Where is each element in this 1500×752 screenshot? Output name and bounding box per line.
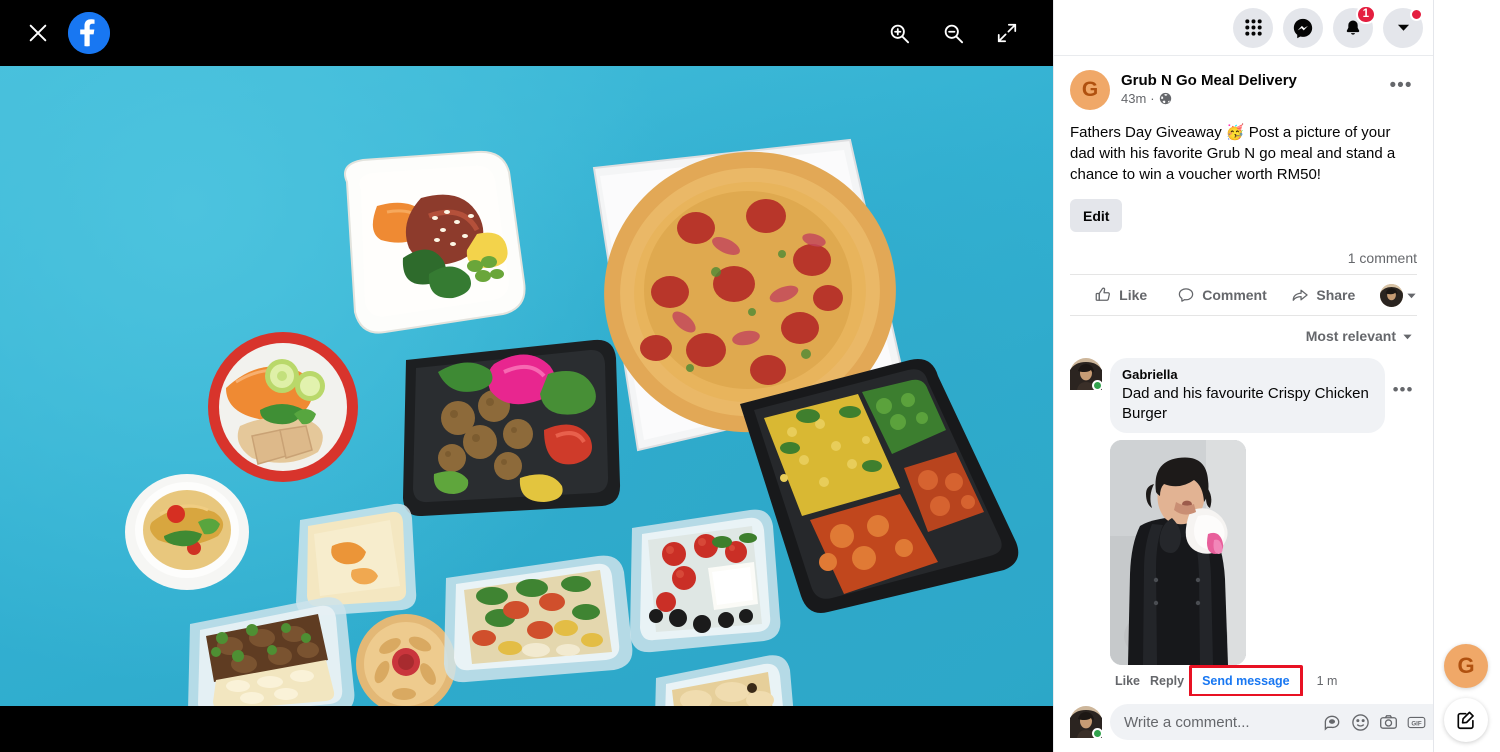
account-chevron-icon[interactable] [1383,7,1423,48]
comment-like-button[interactable]: Like [1110,672,1145,690]
post: G Grub N Go Meal Delivery 43m · ••• Fath… [1054,56,1433,232]
notifications-icon[interactable]: 1 [1333,4,1376,48]
zoom-out-icon[interactable] [935,15,971,51]
post-meta: Grub N Go Meal Delivery 43m · [1121,70,1385,106]
avatar-sticker-icon[interactable] [1323,713,1342,732]
post-action-bar: Like Comment Share [1070,274,1417,316]
comment-action-row: Like Reply Send message 1 m [1110,665,1417,696]
top-navigation-bar: 1 [1054,0,1433,56]
send-message-label: Send message [1202,674,1290,688]
current-user-avatar[interactable] [1070,706,1103,739]
comment-timestamp[interactable]: 1 m [1317,674,1338,688]
like-label: Like [1119,287,1148,303]
facebook-logo-icon[interactable] [68,12,110,54]
food-spacer [188,596,190,598]
food-clear-box-rice [188,597,355,706]
right-rail: G [1433,0,1500,752]
comment-count-row: 1 comment [1054,232,1433,274]
food-red-bowl [208,332,358,482]
share-as-avatar-selector[interactable] [1374,283,1417,307]
photo-image[interactable]: Assorted takeaway meal containers arrang… [0,66,1053,706]
avatar [1379,283,1403,307]
share-button[interactable]: Share [1273,278,1374,312]
commenter-name[interactable]: Gabriella [1122,366,1373,383]
comment-bubble-icon [1177,286,1195,304]
sort-comments-button[interactable]: Most relevant [1302,325,1417,347]
close-icon[interactable] [18,13,58,53]
comment-input-wrapper[interactable]: GIF [1110,704,1464,740]
sidebar-content: G Grub N Go Meal Delivery 43m · ••• Fath… [1054,56,1433,696]
comment-more-options-icon[interactable]: ••• [1389,376,1417,404]
sort-label: Most relevant [1305,328,1396,344]
menu-grid-icon[interactable] [1233,7,1273,48]
food-clear-box-salad [444,555,633,683]
notification-badge: 1 [1355,4,1376,24]
comment-text: Dad and his favourite Crispy Chicken Bur… [1122,385,1369,422]
post-header: G Grub N Go Meal Delivery 43m · ••• [1070,70,1417,110]
post-more-options-icon[interactable]: ••• [1385,70,1417,102]
post-text: Fathers Day Giveaway 🥳 Post a picture of… [1070,124,1396,183]
new-message-button[interactable] [1444,698,1488,742]
public-globe-icon[interactable] [1159,92,1172,105]
comment-count[interactable]: 1 comment [1348,250,1417,266]
chevron-down-icon [1406,290,1417,301]
post-sidebar: 1 G Grub N Go Meal Delivery 43m · ••• Fa… [1053,0,1464,752]
commenter-avatar[interactable] [1070,358,1103,391]
food-clear-box-couscous [655,655,794,706]
share-label: Share [1316,287,1356,303]
comment-bubble-row: Gabriella Dad and his favourite Crispy C… [1110,358,1417,433]
gif-icon[interactable]: GIF [1407,713,1426,732]
facebook-photo-viewer-page: Assorted takeaway meal containers arrang… [0,0,1500,752]
camera-icon[interactable] [1379,713,1398,732]
account-alert-dot [1410,7,1423,21]
comment-bubble: Gabriella Dad and his favourite Crispy C… [1110,358,1385,433]
post-submeta: 43m · [1121,91,1385,106]
comment-body: Gabriella Dad and his favourite Crispy C… [1110,358,1417,696]
comment-sort-row: Most relevant [1054,316,1433,350]
food-white-tray [344,150,526,334]
comment-button[interactable]: Comment [1171,278,1272,312]
online-status-indicator [1092,380,1103,391]
food-clear-box-tomato-feta [630,509,781,653]
viewer-zoom-tools [881,15,1025,51]
food-soup-cup [125,474,249,590]
thumbs-up-icon [1094,286,1112,304]
page-avatar[interactable]: G [1070,70,1110,110]
svg-text:GIF: GIF [1411,720,1422,727]
comment-reply-button[interactable]: Reply [1145,672,1189,690]
comment-input[interactable] [1124,713,1323,731]
post-timestamp[interactable]: 43m [1121,91,1146,106]
zoom-in-icon[interactable] [881,15,917,51]
messenger-icon[interactable] [1283,7,1323,48]
send-message-button[interactable]: Send message [1189,665,1303,696]
comment-label: Comment [1202,287,1267,303]
photo-viewer: Assorted takeaway meal containers arrang… [0,0,1053,752]
comment-attached-photo[interactable] [1110,440,1246,665]
comment-item: Gabriella Dad and his favourite Crispy C… [1054,350,1433,696]
chevron-down-icon [1402,331,1413,342]
fullscreen-icon[interactable] [989,15,1025,51]
chat-contact-avatar[interactable]: G [1444,644,1488,688]
viewer-toolbar [0,0,1053,66]
page-name[interactable]: Grub N Go Meal Delivery [1121,71,1385,90]
edit-button[interactable]: Edit [1070,199,1123,232]
emoji-icon[interactable] [1351,713,1370,732]
share-arrow-icon [1291,286,1309,304]
meta-separator: · [1150,91,1155,106]
food-black-tray-falafel [403,339,621,517]
like-button[interactable]: Like [1070,278,1171,312]
online-status-indicator [1092,728,1103,739]
comment-composer: GIF [1054,696,1464,752]
